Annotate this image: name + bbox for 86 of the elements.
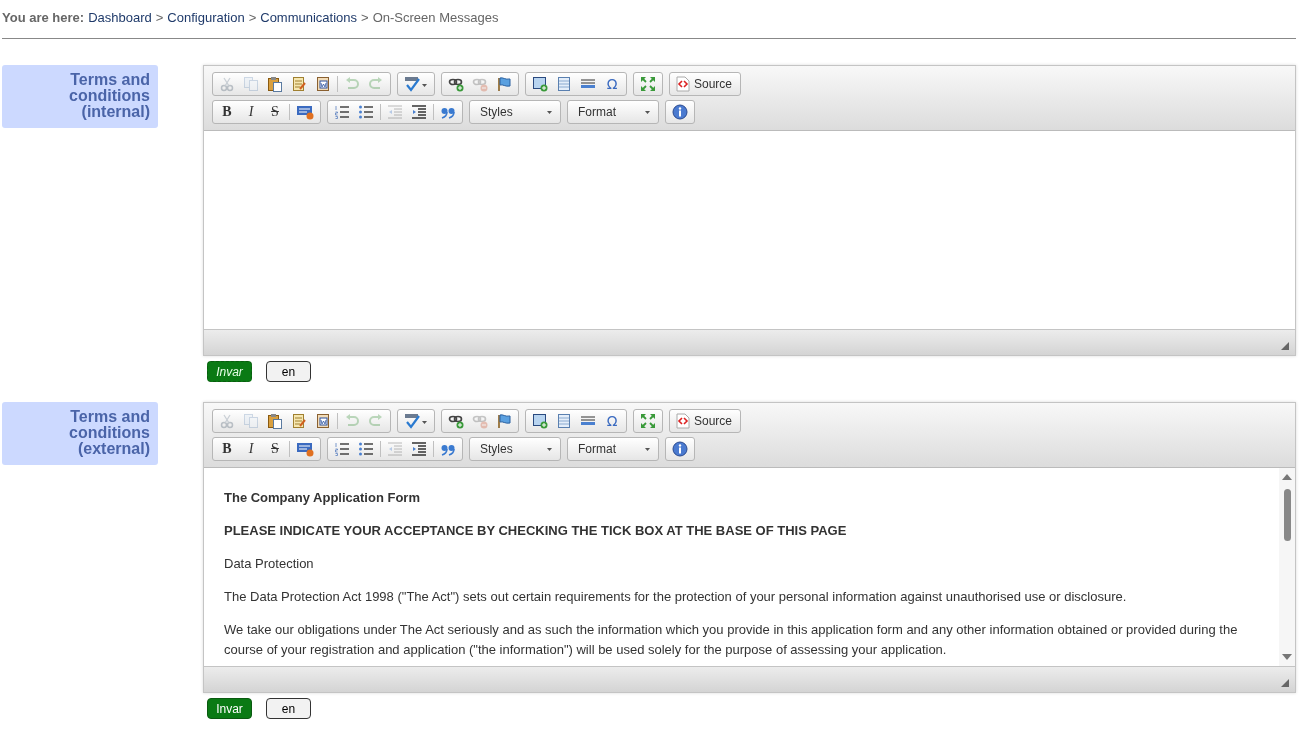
caret-icon (547, 110, 552, 114)
breadcrumb-link[interactable]: Configuration (167, 10, 245, 27)
code-file-icon (676, 76, 690, 92)
bold-button[interactable]: B (215, 102, 239, 122)
editor-paragraph: Data Protection (224, 555, 315, 573)
language-button[interactable]: en (266, 361, 311, 382)
field-label: Terms and conditions (internal) (2, 65, 158, 128)
bold-button[interactable]: B (215, 439, 239, 459)
table-grid-icon (556, 413, 572, 429)
bulleted-list-icon (358, 441, 374, 457)
outdent-icon (387, 441, 403, 457)
caret-icon (645, 447, 650, 451)
numbered-list-icon (334, 441, 350, 457)
chain-link-icon (448, 413, 464, 429)
undo-arrow-icon (344, 76, 360, 92)
caret-icon (645, 110, 650, 114)
copy-icon (243, 413, 259, 429)
italic-button[interactable]: I (239, 102, 263, 122)
editor-content-area[interactable] (204, 468, 1295, 666)
redo-arrow-icon (368, 76, 384, 92)
breadcrumb-link[interactable]: Communications (260, 10, 358, 27)
redo-arrow-icon (368, 413, 384, 429)
editor-paragraph: We take our obligations under The Act seriously and as such the information which you provide in this application form and any other information obtained or provided during the course of your registration and application ("the information") will be used solely for the purpose of assessing your application. (224, 621, 1239, 659)
flag-icon (496, 76, 512, 92)
picture-frame-icon (532, 76, 548, 92)
dropdown-button[interactable]: Styles (472, 439, 558, 459)
invariant-language-button[interactable]: Invar (207, 698, 252, 719)
word-document-icon (315, 413, 331, 429)
numbered-list-icon (334, 104, 350, 120)
indent-icon (411, 104, 427, 120)
italic-button[interactable]: I (239, 439, 263, 459)
broken-link-icon (472, 413, 488, 429)
source-button[interactable]: Source (672, 74, 739, 94)
language-button[interactable]: en (266, 698, 311, 719)
clipboard-icon (267, 76, 283, 92)
scrollbar-thumb[interactable] (1283, 489, 1291, 541)
table-grid-icon (556, 76, 572, 92)
copy-icon (243, 76, 259, 92)
special-character-button[interactable]: Ω (600, 411, 624, 431)
editor-paragraph: The Data Protection Act 1998 ("The Act") sets out certain requirements for the protection of your personal information against unauthorised use or disclosure. (224, 588, 1128, 606)
scroll-down-arrow-icon (1282, 653, 1292, 661)
breadcrumb-prefix: You are here: (2, 10, 85, 27)
word-document-icon (315, 76, 331, 92)
spellcheck-icon (404, 413, 428, 429)
dropdown-button[interactable]: Styles (472, 102, 558, 122)
spellcheck-icon (404, 76, 428, 92)
breadcrumb-current: On-Screen Messages (372, 10, 499, 27)
breadcrumb-separator: > (248, 10, 257, 27)
chain-link-icon (448, 76, 464, 92)
flag-icon (496, 413, 512, 429)
indent-icon (411, 441, 427, 457)
special-character-button[interactable]: Ω (600, 74, 624, 94)
scroll-up-arrow-icon (1282, 473, 1292, 481)
caret-icon (547, 447, 552, 451)
outdent-icon (387, 104, 403, 120)
resize-grip-icon[interactable] (1281, 679, 1289, 687)
info-icon (672, 104, 688, 120)
scissors-icon (219, 413, 235, 429)
picture-frame-icon (532, 413, 548, 429)
source-button[interactable]: Source (672, 411, 739, 431)
strike-button[interactable]: S (263, 439, 287, 459)
expand-arrows-icon (640, 413, 656, 429)
html-tag-icon (296, 104, 314, 120)
invariant-language-button[interactable]: Invar (207, 361, 252, 382)
notepad-icon (291, 413, 307, 429)
field-label: Terms and conditions (external) (2, 402, 158, 465)
breadcrumb-separator: > (361, 10, 369, 27)
resize-grip-icon[interactable] (1281, 342, 1289, 350)
strike-button[interactable]: S (263, 102, 287, 122)
editor-paragraph: The Company Application Form (224, 489, 421, 507)
bulleted-list-icon (358, 104, 374, 120)
info-icon (672, 441, 688, 457)
scissors-icon (219, 76, 235, 92)
html-tag-icon (296, 441, 314, 457)
dropdown-button[interactable]: Format (570, 439, 656, 459)
broken-link-icon (472, 76, 488, 92)
notepad-icon (291, 76, 307, 92)
undo-arrow-icon (344, 413, 360, 429)
editor-paragraph: PLEASE INDICATE YOUR ACCEPTANCE BY CHECKING THE TICK BOX AT THE BASE OF THIS PAGE (224, 522, 848, 540)
breadcrumb-link[interactable]: Dashboard (88, 10, 152, 27)
dropdown-button[interactable]: Format (570, 102, 656, 122)
clipboard-icon (267, 413, 283, 429)
breadcrumb-separator: > (155, 10, 164, 27)
expand-arrows-icon (640, 76, 656, 92)
vertical-scrollbar[interactable] (1279, 468, 1295, 666)
code-file-icon (676, 413, 690, 429)
